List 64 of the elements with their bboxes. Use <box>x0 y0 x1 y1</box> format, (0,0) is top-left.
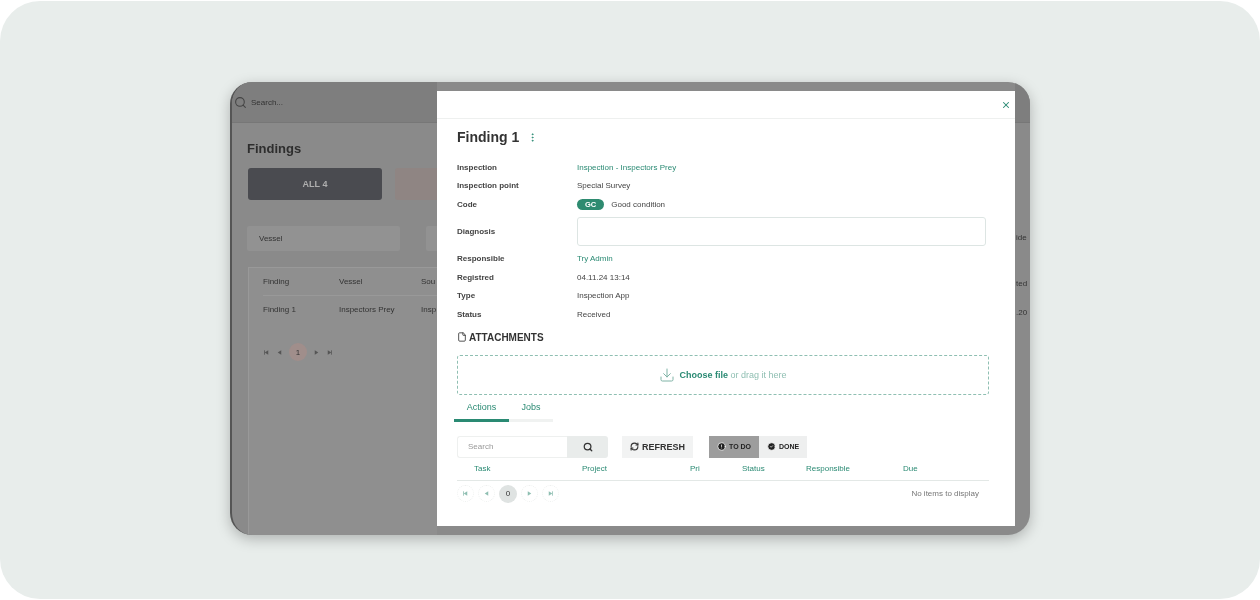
file-dropzone[interactable]: Choose file or drag it here <box>457 354 989 395</box>
filter-field[interactable]: Vessel <box>247 226 400 251</box>
download-icon <box>659 366 676 383</box>
table-cell-text: ted <box>1016 279 1029 288</box>
field-value: Good condition <box>611 199 666 209</box>
field-value: Inspection App <box>577 291 630 301</box>
field-label: Type <box>457 290 477 303</box>
column-header[interactable]: Pri <box>690 463 742 473</box>
table-cell-text: .20 <box>1016 308 1029 317</box>
previous-page-icon[interactable] <box>276 348 283 356</box>
column-header: Vessel <box>339 277 364 286</box>
search-icon <box>582 441 593 452</box>
page-number[interactable]: 1 <box>289 343 307 361</box>
field-value: 04.11.24 13:14 <box>577 272 630 282</box>
last-page-icon[interactable] <box>547 490 554 497</box>
next-page-icon[interactable] <box>313 348 320 356</box>
table-cell-text: ide <box>1016 233 1028 242</box>
column-header: Finding <box>263 277 291 286</box>
choose-file-link[interactable]: Choose file <box>679 369 728 380</box>
page-number[interactable]: 0 <box>499 484 517 503</box>
column-header[interactable]: Task <box>474 463 582 473</box>
tab[interactable]: Jobs <box>509 401 553 422</box>
field-label: Inspection point <box>457 180 520 193</box>
table-cell-text: Inspectors Prey <box>339 305 396 314</box>
field-label: Code <box>457 198 478 211</box>
tab[interactable]: Actions <box>454 401 509 422</box>
filter-button[interactable]: ALL 4 <box>248 168 382 200</box>
field-link[interactable]: Inspection - Inspectors Prey <box>577 162 677 172</box>
column-header[interactable]: Status <box>742 463 806 473</box>
field-value: Received <box>577 309 611 319</box>
table-cell-text: Finding 1 <box>263 305 297 314</box>
search-field[interactable]: Search... <box>251 97 283 107</box>
field-label: Status <box>457 308 483 321</box>
field-label: Registred <box>457 271 495 284</box>
search-field[interactable]: Search <box>457 435 567 458</box>
column-header: Sou <box>421 277 437 286</box>
field-label: Responsible <box>457 253 506 266</box>
last-page-icon[interactable] <box>326 348 333 356</box>
table-cell: Insp <box>421 305 437 314</box>
search-icon[interactable] <box>234 95 247 109</box>
close-icon[interactable] <box>1001 99 1011 110</box>
field-label: Inspection <box>457 161 498 174</box>
refresh-button[interactable]: REFRESH <box>622 435 693 458</box>
previous-page-icon[interactable] <box>483 490 490 497</box>
empty-message: No items to display <box>911 489 979 498</box>
file-icon <box>457 332 467 342</box>
column-header[interactable]: Project <box>582 463 690 473</box>
dialog-title: Finding 1 <box>457 129 520 145</box>
field-link[interactable]: Try Admin <box>577 254 613 264</box>
check-icon <box>767 442 777 451</box>
search-button[interactable] <box>567 435 608 458</box>
exclamation-icon <box>717 442 726 451</box>
dropzone-text: Choose file or drag it here <box>679 369 787 380</box>
page-title: Findings <box>247 141 303 156</box>
column-header[interactable]: Due <box>903 463 989 473</box>
section-title: ATTACHMENTS <box>469 331 544 343</box>
field-label: Diagnosis <box>457 226 497 238</box>
field-value: Special Survey <box>577 181 631 191</box>
diagnosis-field[interactable] <box>577 217 986 246</box>
next-page-icon[interactable] <box>526 490 533 497</box>
first-page-icon[interactable] <box>462 490 469 497</box>
column-header[interactable]: Responsible <box>806 463 903 473</box>
refresh-icon <box>630 442 639 451</box>
first-page-icon[interactable] <box>263 348 270 356</box>
